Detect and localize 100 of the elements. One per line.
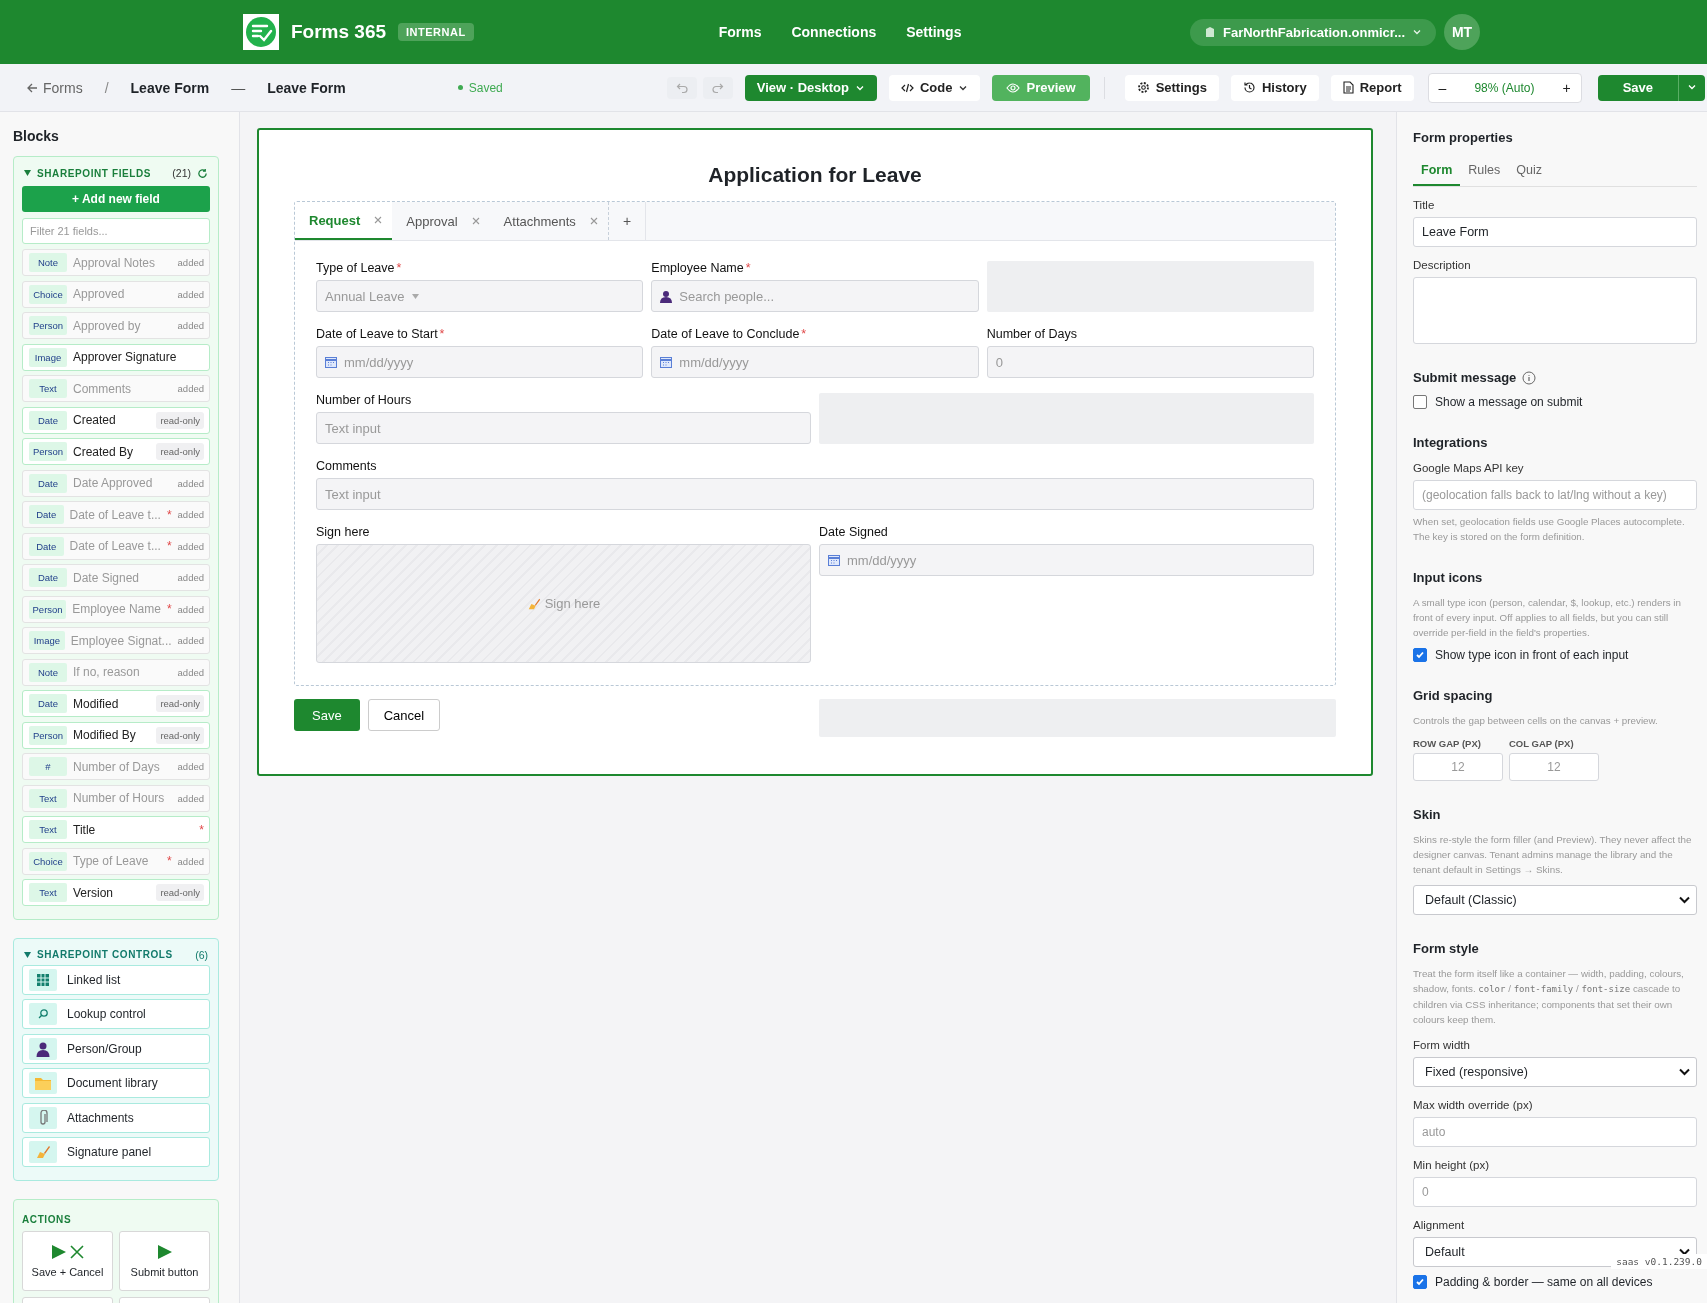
control-name: Person/Group bbox=[67, 1041, 142, 1056]
checkbox-label: Show a message on submit bbox=[1435, 395, 1583, 409]
form-name: Leave Form bbox=[130, 79, 210, 96]
type-tag: Date bbox=[29, 536, 64, 556]
field-name: Type of Leave bbox=[73, 854, 150, 868]
save-status: Saved bbox=[468, 80, 503, 95]
field-label: Number of Hours bbox=[316, 393, 413, 407]
action-name: Save + Cancel bbox=[31, 1265, 104, 1278]
section-heading: Grid spacing bbox=[1413, 688, 1493, 703]
status-tag: added bbox=[177, 540, 204, 552]
field-label: Form width bbox=[1413, 1039, 1471, 1051]
type-tag: Image bbox=[29, 347, 67, 367]
help-text: A small type icon (person, calendar, $, lookup, etc.) renders in front of every input. Off applies to all fields, but you can still override per-field in the field's properties. bbox=[1413, 596, 1682, 640]
field-name: Title bbox=[73, 822, 97, 837]
control-count: (6) bbox=[195, 948, 208, 961]
status-tag: added bbox=[177, 635, 204, 646]
field-name: Created bbox=[73, 413, 117, 427]
status-tag: read-only bbox=[156, 411, 204, 429]
field-name: Date Approved bbox=[73, 476, 154, 490]
field-label: Employee Name * bbox=[651, 261, 752, 275]
required-mark: * bbox=[166, 602, 172, 616]
control-name: Lookup control bbox=[67, 1007, 146, 1021]
section-heading: Skin bbox=[1413, 807, 1441, 822]
field-label: Max width override (px) bbox=[1413, 1099, 1534, 1111]
field-label: Min height (px) bbox=[1413, 1159, 1491, 1171]
type-tag: Date bbox=[29, 694, 67, 713]
required-mark: * bbox=[166, 854, 172, 868]
field-label: Type of Leave * bbox=[316, 261, 403, 275]
status-tag: added bbox=[177, 792, 204, 804]
type-tag: Text bbox=[29, 788, 67, 808]
section-title: SHAREPOINT CONTROLS bbox=[37, 949, 174, 960]
field-label: Date of Leave to Start * bbox=[316, 327, 446, 341]
section-heading: Form style bbox=[1413, 941, 1479, 956]
help-text: Controls the gap between cells on the canvas + preview. bbox=[1413, 714, 1659, 728]
field-label: Date Signed bbox=[819, 525, 889, 539]
panel-title: Form properties bbox=[1413, 130, 1514, 145]
type-tag: Person bbox=[29, 316, 67, 335]
status-tag: added bbox=[177, 509, 204, 520]
zoom-level: 98% (Auto) bbox=[1473, 80, 1536, 95]
panel-title: Blocks bbox=[13, 128, 60, 144]
action-name: Submit button bbox=[130, 1265, 199, 1278]
field-name: Created By bbox=[73, 444, 135, 459]
checkbox-label: Padding & border — same on all devices bbox=[1435, 1275, 1653, 1289]
field-name: Approved by bbox=[73, 318, 142, 333]
required-mark: * bbox=[166, 539, 172, 553]
field-label: Description bbox=[1413, 259, 1472, 271]
field-name: If no, reason bbox=[73, 665, 141, 679]
field-label: Google Maps API key bbox=[1413, 462, 1525, 474]
type-tag: Text bbox=[29, 883, 67, 902]
help-text: Skins re-style the form filler (and Preview). They never affect the designer canvas. Tenant admins manage the library and the tenant default in Settings → Skins. bbox=[1413, 833, 1693, 877]
title-separator: — bbox=[231, 79, 246, 96]
version-tooltip: saas v0.1.239.0 bbox=[1611, 1254, 1707, 1269]
breadcrumb-separator: / bbox=[104, 79, 109, 96]
section-title: SHAREPOINT FIELDS bbox=[37, 167, 153, 179]
status-tag: read-only bbox=[156, 695, 204, 712]
status-tag: added bbox=[177, 320, 204, 331]
field-label: Date of Leave to Conclude * bbox=[651, 327, 808, 341]
form-title: Leave Form bbox=[267, 79, 346, 96]
status-tag: added bbox=[177, 666, 204, 678]
type-tag: Image bbox=[29, 631, 65, 650]
field-label: Comments bbox=[316, 459, 378, 473]
section-heading: Integrations bbox=[1413, 435, 1488, 450]
help-text: Treat the form itself like a container — width, padding, colours, shadow, fonts. color / font-family / font-size cascade to children via CSS inheritance; components that set their own colours keep them. bbox=[1413, 967, 1685, 1027]
control-name: Attachments bbox=[67, 1110, 134, 1125]
type-tag: Person bbox=[29, 442, 67, 461]
type-tag: Date bbox=[29, 410, 67, 430]
type-tag: Person bbox=[29, 599, 67, 619]
field-name: Modified By bbox=[73, 728, 137, 742]
control-name: Document library bbox=[67, 1076, 158, 1090]
status-tag: added bbox=[177, 855, 204, 867]
field-name: Number of Days bbox=[73, 759, 161, 774]
type-tag: Person bbox=[29, 725, 67, 745]
field-name: Employee Signat... bbox=[70, 633, 172, 648]
required-mark: * bbox=[199, 822, 204, 837]
field-name: Employee Name bbox=[72, 602, 161, 616]
environment-badge: INTERNAL bbox=[398, 23, 474, 41]
control-name: Signature panel bbox=[67, 1145, 152, 1159]
status-tag: added bbox=[177, 383, 204, 394]
section-heading: Submit message bbox=[1413, 370, 1517, 385]
type-tag: Date bbox=[29, 505, 64, 524]
field-name: Date of Leave t... bbox=[69, 539, 161, 553]
field-name: Approver Signature bbox=[73, 350, 178, 364]
section-heading: Input icons bbox=[1413, 570, 1483, 585]
field-name: Comments bbox=[73, 381, 132, 396]
form-heading: Application for Leave bbox=[707, 163, 923, 187]
field-label: ROW GAP (PX) bbox=[1413, 738, 1482, 749]
field-name: Approval Notes bbox=[73, 255, 157, 270]
checkbox-label: Show type icon in front of each input bbox=[1435, 648, 1629, 662]
control-name: Linked list bbox=[67, 972, 121, 987]
status-tag: added bbox=[177, 572, 204, 583]
status-tag: added bbox=[177, 288, 204, 300]
field-name: Date of Leave t... bbox=[69, 507, 161, 522]
field-count: (21) bbox=[172, 167, 191, 179]
app-name: Forms 365 bbox=[291, 21, 387, 43]
field-label: Title bbox=[1413, 199, 1436, 211]
field-label: COL GAP (PX) bbox=[1509, 738, 1575, 749]
type-tag: Choice bbox=[29, 851, 67, 871]
type-tag: Date bbox=[29, 473, 67, 493]
field-name: Modified bbox=[73, 696, 120, 711]
type-tag: Choice bbox=[29, 284, 67, 304]
